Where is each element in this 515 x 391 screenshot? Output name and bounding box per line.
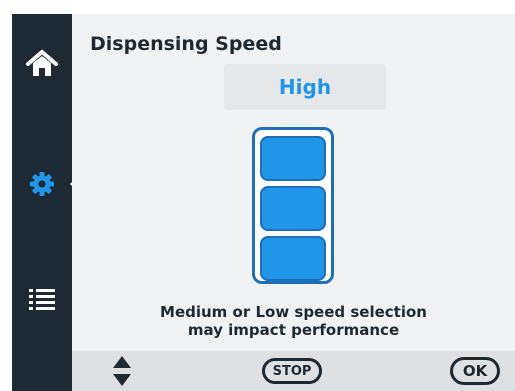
sidebar-item-settings[interactable] <box>12 154 72 214</box>
bottom-button-bar: STOP OK <box>72 351 515 391</box>
warning-line-2: may impact performance <box>187 321 400 339</box>
list-icon <box>29 289 55 310</box>
speed-value-display: High <box>224 64 386 110</box>
sidebar <box>12 14 78 391</box>
page-title: Dispensing Speed <box>90 33 282 55</box>
warning-message: Medium or Low speed selection may impact… <box>112 303 475 339</box>
sidebar-item-list[interactable] <box>12 269 72 329</box>
gear-icon <box>30 172 54 196</box>
left-bezel <box>0 0 12 391</box>
home-icon <box>26 50 58 76</box>
main-panel: Dispensing Speed High Medium or Low spee… <box>72 14 515 391</box>
ok-button[interactable]: OK <box>450 357 500 385</box>
level-segment-low <box>260 236 326 281</box>
stop-button[interactable]: STOP <box>262 358 322 384</box>
sidebar-item-home[interactable] <box>12 34 72 94</box>
top-bezel <box>12 0 515 14</box>
up-down-arrows-icon[interactable] <box>110 354 134 388</box>
level-segment-high <box>260 136 326 181</box>
speed-level-selector[interactable] <box>252 127 334 284</box>
warning-line-1: Medium or Low speed selection <box>160 303 427 321</box>
level-segment-medium <box>260 186 326 231</box>
speed-value: High <box>278 75 332 99</box>
